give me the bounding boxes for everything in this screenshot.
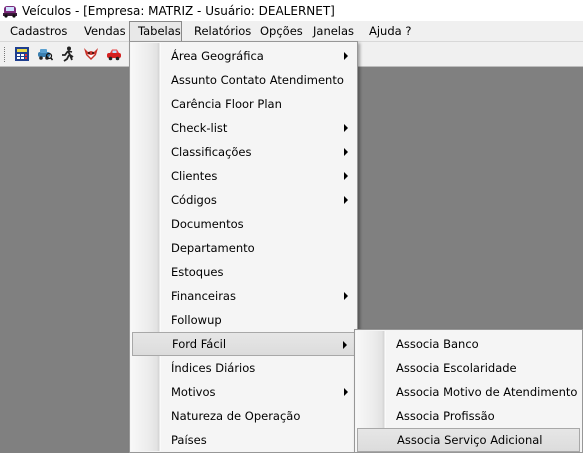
submenu-item-associa-profissao[interactable]: Associa Profissão [357,404,580,428]
menu-item-label: Associa Profissão [396,409,495,423]
menu-item-label: Natureza de Operação [171,409,301,423]
menu-item-label: Financeiras [171,289,236,303]
fox-mascot-icon[interactable] [83,46,99,62]
menu-opcoes[interactable]: Opções [260,21,303,41]
submenu-arrow-icon [344,148,348,156]
ford-facil-submenu: Associa Banco Associa Escolaridade Assoc… [354,329,583,453]
menu-item-area-geografica[interactable]: Área Geográfica [132,44,355,68]
menu-item-label: Associa Motivo de Atendimento [396,385,578,399]
app-car-icon [3,5,17,18]
menu-item-label: Área Geográfica [171,49,264,63]
submenu-arrow-icon [344,52,348,60]
submenu-arrow-icon [343,341,347,349]
menu-item-label: Associa Serviço Adicional [397,433,543,447]
submenu-item-associa-escolaridade[interactable]: Associa Escolaridade [357,356,580,380]
runner-icon[interactable] [60,46,76,62]
menu-item-financeiras[interactable]: Financeiras [132,284,355,308]
menu-relatorios[interactable]: Relatórios [194,21,251,41]
menu-item-label: Associa Escolaridade [396,361,517,375]
menu-item-estoques[interactable]: Estoques [132,260,355,284]
menu-item-assunto-contato-atendimento[interactable]: Assunto Contato Atendimento [132,68,355,92]
submenu-arrow-icon [344,292,348,300]
menu-item-label: Associa Banco [396,337,479,351]
submenu-item-associa-motivo-de-atendimento[interactable]: Associa Motivo de Atendimento [357,380,580,404]
submenu-item-associa-banco[interactable]: Associa Banco [357,332,580,356]
menu-item-classificacoes[interactable]: Classificações [132,140,355,164]
menu-bar: Cadastros Vendas Tabelas Relatórios Opçõ… [0,21,583,42]
menu-ajuda[interactable]: Ajuda ? [369,21,411,41]
menu-item-label: Departamento [171,241,255,255]
submenu-arrow-icon [344,124,348,132]
menu-item-clientes[interactable]: Clientes [132,164,355,188]
tabelas-dropdown: Área Geográfica Assunto Contato Atendime… [129,41,358,453]
window-title: Veículos - [Empresa: MATRIZ - Usuário: D… [22,3,335,18]
red-car-icon[interactable] [106,46,122,62]
menu-tabelas[interactable]: Tabelas [129,21,182,41]
toolbar-grip[interactable] [4,47,8,62]
menu-item-label: Classificações [171,145,252,159]
menu-item-followup[interactable]: Followup [132,308,355,332]
menu-item-ford-facil[interactable]: Ford Fácil [132,332,355,356]
menu-item-label: Estoques [171,265,224,279]
car-search-icon[interactable] [37,46,53,62]
menu-item-departamento[interactable]: Departamento [132,236,355,260]
menu-item-label: Países [171,433,207,447]
title-bar: Veículos - [Empresa: MATRIZ - Usuário: D… [0,0,583,21]
menu-item-label: Códigos [171,193,217,207]
menu-item-label: Followup [171,313,222,327]
submenu-arrow-icon [344,172,348,180]
menu-item-documentos[interactable]: Documentos [132,212,355,236]
menu-item-label: Motivos [171,385,216,399]
menu-item-label: Índices Diários [171,361,256,375]
submenu-item-associa-servico-adicional[interactable]: Associa Serviço Adicional [357,428,580,452]
menu-cadastros[interactable]: Cadastros [10,21,67,41]
menu-item-indices-diarios[interactable]: Índices Diários [132,356,355,380]
menu-item-check-list[interactable]: Check-list [132,116,355,140]
menu-item-codigos[interactable]: Códigos [132,188,355,212]
menu-item-label: Assunto Contato Atendimento [171,73,344,87]
menu-item-natureza-de-operacao[interactable]: Natureza de Operação [132,404,355,428]
menu-item-label: Clientes [171,169,218,183]
menu-item-label: Documentos [171,217,244,231]
menu-item-paises[interactable]: Países [132,428,355,452]
menu-item-motivos[interactable]: Motivos [132,380,355,404]
menu-janelas[interactable]: Janelas [313,21,354,41]
menu-vendas[interactable]: Vendas [84,21,126,41]
menu-item-label: Carência Floor Plan [171,97,282,111]
menu-item-label: Check-list [171,121,228,135]
submenu-arrow-icon [344,196,348,204]
menu-item-carencia-floor-plan[interactable]: Carência Floor Plan [132,92,355,116]
calculator-icon[interactable] [14,46,30,62]
submenu-arrow-icon [344,388,348,396]
menu-item-label: Ford Fácil [172,337,227,351]
